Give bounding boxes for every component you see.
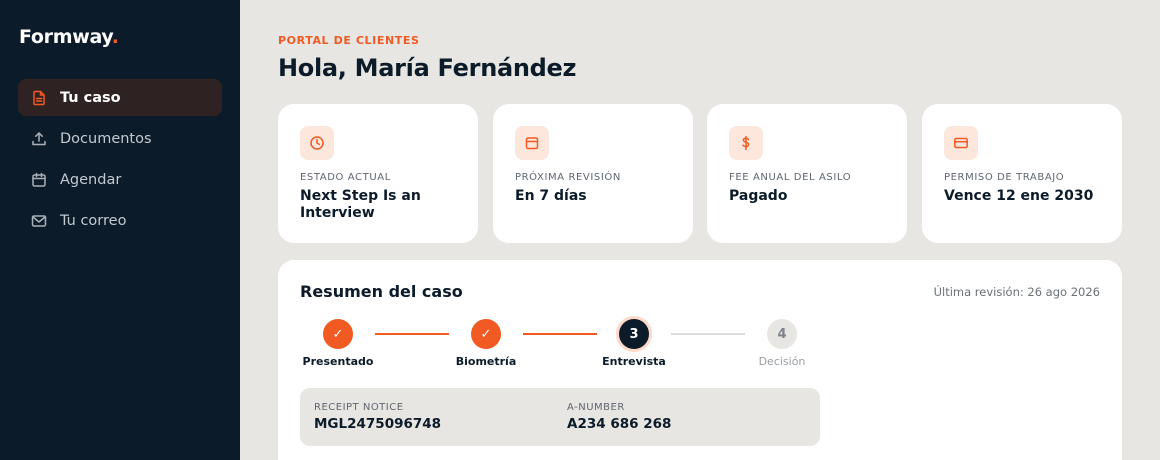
stat-card-proxima-revision: PRÓXIMA REVISIÓN En 7 días <box>493 104 693 243</box>
last-review-date: Última revisión: 26 ago 2026 <box>933 285 1100 299</box>
mail-icon <box>31 213 47 229</box>
summary-title: Resumen del caso <box>300 282 463 301</box>
stat-value: Vence 12 ene 2030 <box>944 188 1094 204</box>
sidebar-item-tu-caso[interactable]: Tu caso <box>18 79 222 116</box>
step-marker-biometria: ✓ <box>471 319 501 349</box>
sidebar-item-label: Tu correo <box>60 212 127 229</box>
step-marker-entrevista: 3 <box>619 319 649 349</box>
step-label-decision: Decisión <box>758 355 806 368</box>
a-number-value: A234 686 268 <box>567 416 672 432</box>
step-marker-presentado: ✓ <box>323 319 353 349</box>
sidebar-item-label: Documentos <box>60 130 152 147</box>
sidebar-item-documentos[interactable]: Documentos <box>18 120 222 157</box>
step-label-entrevista: Entrevista <box>602 355 666 368</box>
stat-card-permiso-trabajo: PERMISO DE TRABAJO Vence 12 ene 2030 <box>922 104 1122 243</box>
case-summary-panel: Resumen del caso Última revisión: 26 ago… <box>278 260 1122 460</box>
brand-logo[interactable]: Formway. <box>19 26 119 48</box>
step-connector <box>523 333 597 335</box>
sidebar-item-label: Agendar <box>60 171 122 188</box>
stat-value: Next Step Is an Interview <box>300 188 421 221</box>
step-label-presentado: Presentado <box>302 355 374 368</box>
page-title: Hola, María Fernández <box>278 54 577 82</box>
receipt-notice-label: RECEIPT NOTICE <box>314 402 404 413</box>
receipt-notice-value: MGL2475096748 <box>314 416 442 432</box>
step-connector <box>375 333 449 335</box>
sidebar-item-label: Tu caso <box>60 89 121 106</box>
a-number-label: A-NUMBER <box>567 402 625 413</box>
stat-label: PRÓXIMA REVISIÓN <box>515 172 621 183</box>
stat-label: FEE ANUAL DEL ASILO <box>729 172 852 183</box>
sidebar-nav: Tu caso Documentos Agendar Tu correo <box>18 79 222 243</box>
document-icon <box>31 90 47 106</box>
calendar-icon <box>515 126 549 160</box>
step-connector <box>671 333 745 335</box>
dollar-icon <box>729 126 763 160</box>
stat-card-fee-asilo: FEE ANUAL DEL ASILO Pagado <box>707 104 907 243</box>
card-icon <box>944 126 978 160</box>
step-label-biometria: Biometría <box>455 355 517 368</box>
sidebar-item-agendar[interactable]: Agendar <box>18 161 222 198</box>
portal-eyebrow: PORTAL DE CLIENTES <box>278 34 420 47</box>
step-marker-decision: 4 <box>767 319 797 349</box>
stat-card-estado: ESTADO ACTUAL Next Step Is an Interview <box>278 104 478 243</box>
stat-label: PERMISO DE TRABAJO <box>944 172 1065 183</box>
stat-label: ESTADO ACTUAL <box>300 172 391 183</box>
calendar-icon <box>31 172 47 188</box>
stat-value: Pagado <box>729 188 788 204</box>
case-identifiers: RECEIPT NOTICE MGL2475096748 A-NUMBER A2… <box>300 388 820 446</box>
upload-icon <box>31 131 47 147</box>
stat-value: En 7 días <box>515 188 587 204</box>
sidebar: Formway. Tu caso Documentos Agendar Tu c… <box>0 0 240 460</box>
sidebar-item-tu-correo[interactable]: Tu correo <box>18 202 222 239</box>
clock-icon <box>300 126 334 160</box>
